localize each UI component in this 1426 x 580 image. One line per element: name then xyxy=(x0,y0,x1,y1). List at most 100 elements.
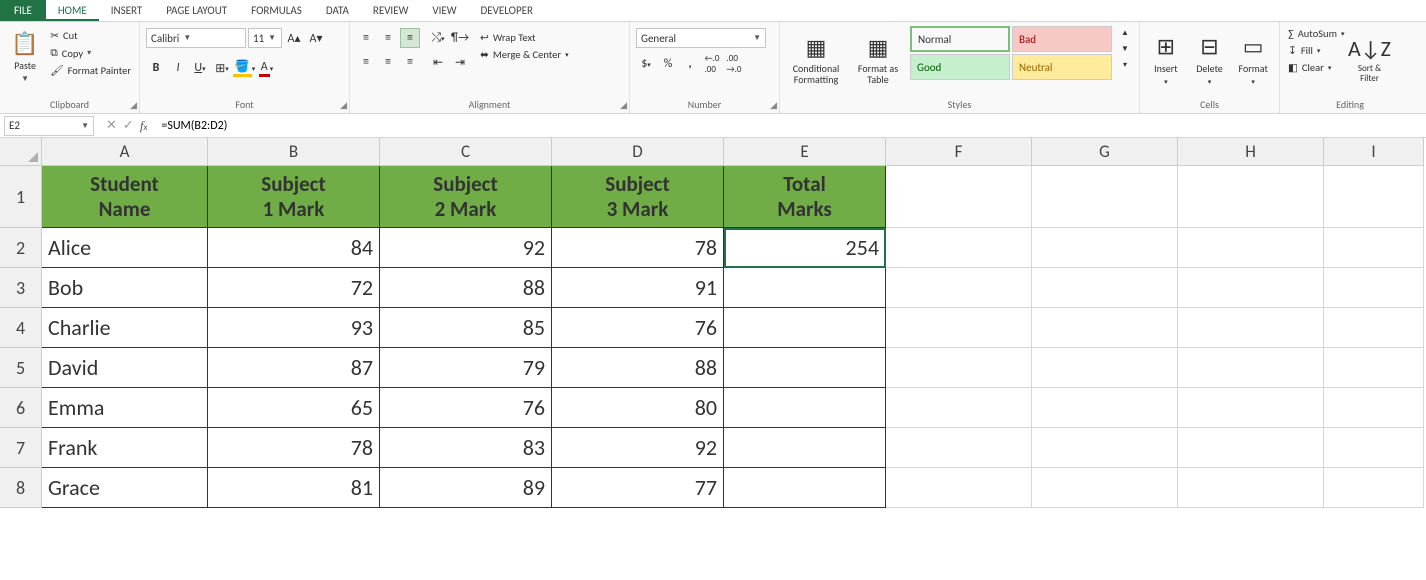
column-header-F[interactable]: F xyxy=(886,138,1032,166)
sort-filter-button[interactable]: A↓Z Sort & Filter xyxy=(1350,26,1388,92)
cell-style-good[interactable]: Good xyxy=(910,54,1010,80)
styles-expand[interactable]: ▾ xyxy=(1118,58,1132,72)
row-header-5[interactable]: 5 xyxy=(0,348,42,388)
font-launcher-icon[interactable]: ◢ xyxy=(340,100,347,111)
cell-D5[interactable]: 88 xyxy=(552,348,724,388)
cell-F7[interactable] xyxy=(886,428,1032,468)
font-family-combo[interactable]: Calibri ▼ xyxy=(146,28,246,48)
cell-F4[interactable] xyxy=(886,308,1032,348)
conditional-formatting-button[interactable]: ▦ Conditional Formatting xyxy=(786,26,846,92)
cell-G1[interactable] xyxy=(1032,166,1178,228)
cell-I5[interactable] xyxy=(1324,348,1424,388)
cell-H4[interactable] xyxy=(1178,308,1324,348)
cell-G2[interactable] xyxy=(1032,228,1178,268)
column-header-D[interactable]: D xyxy=(552,138,724,166)
cell-A1[interactable]: StudentName xyxy=(42,166,208,228)
alignment-launcher-icon[interactable]: ◢ xyxy=(620,100,627,111)
cell-B2[interactable]: 84 xyxy=(208,228,380,268)
cell-style-normal[interactable]: Normal xyxy=(910,26,1010,52)
number-format-combo[interactable]: General ▼ xyxy=(636,28,766,48)
align-bottom-button[interactable]: ≡ xyxy=(400,28,420,48)
fx-icon[interactable]: fx xyxy=(140,118,148,134)
cell-I1[interactable] xyxy=(1324,166,1424,228)
cell-E6[interactable] xyxy=(724,388,886,428)
align-center-button[interactable]: ≡ xyxy=(378,52,398,72)
cell-I8[interactable] xyxy=(1324,468,1424,508)
delete-cells-button[interactable]: ⊟ Delete ▾ xyxy=(1190,26,1230,92)
column-header-C[interactable]: C xyxy=(380,138,552,166)
orientation-button[interactable]: ⤭▾ xyxy=(428,28,448,48)
cell-A7[interactable]: Frank xyxy=(42,428,208,468)
cell-H2[interactable] xyxy=(1178,228,1324,268)
styles-scroll-down[interactable]: ▼ xyxy=(1118,42,1132,56)
tab-home[interactable]: HOME xyxy=(46,0,99,21)
cell-B7[interactable]: 78 xyxy=(208,428,380,468)
cell-H5[interactable] xyxy=(1178,348,1324,388)
cell-G8[interactable] xyxy=(1032,468,1178,508)
row-header-8[interactable]: 8 xyxy=(0,468,42,508)
select-all-corner[interactable] xyxy=(0,138,42,166)
row-header-4[interactable]: 4 xyxy=(0,308,42,348)
format-as-table-button[interactable]: ▦ Format as Table xyxy=(852,26,904,92)
cell-B4[interactable]: 93 xyxy=(208,308,380,348)
cell-D4[interactable]: 76 xyxy=(552,308,724,348)
increase-indent-button[interactable]: ⇥ xyxy=(450,52,470,72)
cell-A6[interactable]: Emma xyxy=(42,388,208,428)
cell-G6[interactable] xyxy=(1032,388,1178,428)
styles-scroll-up[interactable]: ▲ xyxy=(1118,26,1132,40)
cell-E4[interactable] xyxy=(724,308,886,348)
format-cells-button[interactable]: ▭ Format ▾ xyxy=(1233,26,1273,92)
cell-B3[interactable]: 72 xyxy=(208,268,380,308)
cell-C6[interactable]: 76 xyxy=(380,388,552,428)
border-button[interactable]: ⊞▾ xyxy=(212,58,232,78)
number-launcher-icon[interactable]: ◢ xyxy=(770,100,777,111)
align-top-button[interactable]: ≡ xyxy=(356,28,376,48)
cell-H8[interactable] xyxy=(1178,468,1324,508)
cell-F5[interactable] xyxy=(886,348,1032,388)
align-right-button[interactable]: ≡ xyxy=(400,52,420,72)
merge-center-button[interactable]: ⬌ Merge & Center ▾ xyxy=(478,47,571,62)
increase-font-button[interactable]: A▴ xyxy=(284,28,304,48)
row-header-3[interactable]: 3 xyxy=(0,268,42,308)
cell-C2[interactable]: 92 xyxy=(380,228,552,268)
tab-formulas[interactable]: FORMULAS xyxy=(239,0,314,21)
comma-button[interactable]: , xyxy=(680,54,700,74)
cell-C7[interactable]: 83 xyxy=(380,428,552,468)
font-size-combo[interactable]: 11 ▼ xyxy=(248,28,282,48)
formula-input[interactable] xyxy=(155,119,1426,133)
cell-D7[interactable]: 92 xyxy=(552,428,724,468)
cell-D2[interactable]: 78 xyxy=(552,228,724,268)
tab-view[interactable]: VIEW xyxy=(420,0,468,21)
tab-data[interactable]: DATA xyxy=(314,0,361,21)
cell-I4[interactable] xyxy=(1324,308,1424,348)
cell-F8[interactable] xyxy=(886,468,1032,508)
column-header-I[interactable]: I xyxy=(1324,138,1424,166)
cell-style-neutral[interactable]: Neutral xyxy=(1012,54,1112,80)
cell-F3[interactable] xyxy=(886,268,1032,308)
cell-A4[interactable]: Charlie xyxy=(42,308,208,348)
cell-I2[interactable] xyxy=(1324,228,1424,268)
cell-F2[interactable] xyxy=(886,228,1032,268)
italic-button[interactable]: I xyxy=(168,58,188,78)
cell-F6[interactable] xyxy=(886,388,1032,428)
clipboard-launcher-icon[interactable]: ◢ xyxy=(130,100,137,111)
cell-C1[interactable]: Subject2 Mark xyxy=(380,166,552,228)
clear-button[interactable]: ◧ Clear ▾ xyxy=(1286,60,1346,75)
cell-C8[interactable]: 89 xyxy=(380,468,552,508)
currency-button[interactable]: $▾ xyxy=(636,54,656,74)
underline-button[interactable]: U▾ xyxy=(190,58,210,78)
tab-developer[interactable]: DEVELOPER xyxy=(469,0,545,21)
cell-E8[interactable] xyxy=(724,468,886,508)
align-left-button[interactable]: ≡ xyxy=(356,52,376,72)
tab-file[interactable]: FILE xyxy=(0,0,46,21)
cell-E7[interactable] xyxy=(724,428,886,468)
cell-C5[interactable]: 79 xyxy=(380,348,552,388)
cell-I6[interactable] xyxy=(1324,388,1424,428)
copy-button[interactable]: ⧉ Copy ▾ xyxy=(48,45,133,61)
percent-button[interactable]: % xyxy=(658,54,678,74)
name-box[interactable]: E2 ▼ xyxy=(4,116,94,136)
column-header-H[interactable]: H xyxy=(1178,138,1324,166)
column-header-E[interactable]: E xyxy=(724,138,886,166)
autosum-button[interactable]: ∑ AutoSum ▾ xyxy=(1286,26,1346,41)
cell-style-bad[interactable]: Bad xyxy=(1012,26,1112,52)
